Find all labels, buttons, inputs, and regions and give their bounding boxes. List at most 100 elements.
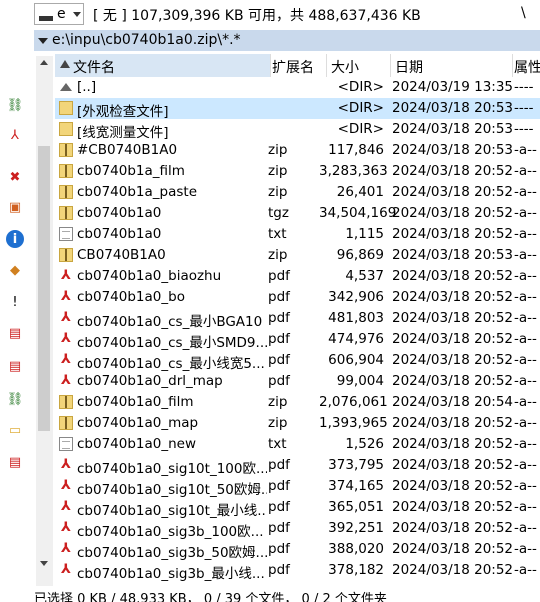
file-ext: pdf xyxy=(268,289,290,305)
file-row[interactable]: ⅄ cb0740b1a0_sig10t_100欧... pdf 373,795 2024… xyxy=(55,455,540,477)
pdf-icon: ⅄ xyxy=(61,457,71,472)
image-icon[interactable]: ▣ xyxy=(6,198,24,216)
file-ext: pdf xyxy=(268,268,290,284)
file-ext: zip xyxy=(268,142,288,158)
file-name: cb0740b1a0 xyxy=(77,226,162,242)
archive-icon xyxy=(59,185,73,199)
shield-icon[interactable]: ◆ xyxy=(6,261,24,279)
file-row[interactable]: ⅄ cb0740b1a0_cs_最小BGA10 pdf 481,803 2024/03/… xyxy=(55,308,540,330)
file-row[interactable]: cb0740b1a0 tgz 34,504,169 2024/03/18 20:52-… xyxy=(55,203,540,224)
file-date: 2024/03/18 20:52 xyxy=(392,436,514,452)
file-row[interactable]: ⅄ cb0740b1a0_cs_最小线宽5... pdf 606,904 2024/03… xyxy=(55,350,540,372)
file-row[interactable]: ⅄ cb0740b1a0_sig3b_最小线... pdf 378,182 2024/0… xyxy=(55,560,540,582)
file-row[interactable]: ⅄ cb0740b1a0_biaozhu pdf 4,537 2024/03/18 20… xyxy=(55,266,540,287)
vertical-scrollbar[interactable] xyxy=(36,56,53,586)
pdf-icon: ⅄ xyxy=(61,310,71,325)
file-row[interactable]: ⅄ cb0740b1a0_sig3b_50欧姆... pdf 388,020 2024/… xyxy=(55,539,540,561)
file-date: 2024/03/18 20:52 xyxy=(392,373,514,389)
file-row[interactable]: cb0740b1a0_new txt 1,526 2024/03/18 20:52 -a… xyxy=(55,434,540,455)
file-name: #CB0740B1A0 xyxy=(77,142,178,158)
file-attr: -a-- xyxy=(514,499,537,515)
file-name: [线宽测量文件] xyxy=(77,125,169,141)
path-bar[interactable]: e:\inpu\cb0740b1a0.zip\*.* * xyxy=(34,30,540,51)
file-row[interactable]: cb0740b1a0_film zip 2,076,061 2024/03/18 20… xyxy=(55,392,540,413)
network-icon-2[interactable]: ⛓ xyxy=(6,390,24,408)
file-name: cb0740b1a_paste xyxy=(77,184,198,200)
disconnect-icon[interactable]: ✖ xyxy=(6,168,24,186)
file-name: cb0740b1a0_bo xyxy=(77,289,185,305)
column-attr[interactable]: 属性 xyxy=(513,54,540,77)
file-size: 4,537 xyxy=(345,268,384,284)
pdf-icon: ⅄ xyxy=(61,499,71,514)
file-attr: -a-- xyxy=(514,289,537,305)
file-size: 1,115 xyxy=(345,226,384,242)
file-row[interactable]: ⅄ cb0740b1a0_cs_最小SMD9... pdf 474,976 2024/0… xyxy=(55,329,540,351)
file-ext: zip xyxy=(268,163,288,179)
column-ext[interactable]: 扩展名 xyxy=(271,54,327,77)
column-size[interactable]: 大小 xyxy=(327,54,391,77)
file-row[interactable]: cb0740b1a_paste zip 26,401 2024/03/18 20:52… xyxy=(55,182,540,203)
file-ext: pdf xyxy=(268,562,290,578)
file-row[interactable]: cb0740b1a_film zip 3,283,363 2024/03/18 20:… xyxy=(55,161,540,182)
root-button[interactable]: \ xyxy=(521,5,526,21)
file-attr: -a-- xyxy=(514,268,537,284)
file-row[interactable]: [..] <DIR> 2024/03/19 13:35 ---- xyxy=(55,77,540,98)
file-date: 2024/03/18 20:53 xyxy=(392,121,514,137)
pdf-icon: ⅄ xyxy=(61,541,71,556)
button-bar: ⛓ ⅄ ✖ ▣ i ◆! ▤ ▤ ⛓ ▭ ▤ xyxy=(0,52,34,587)
scroll-down-icon[interactable] xyxy=(40,561,48,566)
file-name: cb0740b1a0_drl_map xyxy=(77,373,223,389)
file-ext: pdf xyxy=(268,457,290,473)
pdf-document-icon[interactable]: ▤ xyxy=(6,324,24,342)
drive-free-space: [ 无 ] 107,309,396 KB 可用，共 488,637,436 KB xyxy=(93,8,421,24)
file-date: 2024/03/18 20:52 xyxy=(392,562,514,578)
scrollbar-thumb[interactable] xyxy=(38,146,50,431)
file-row[interactable]: #CB0740B1A0 zip 117,846 2024/03/18 20:53 -a-… xyxy=(55,140,540,161)
file-date: 2024/03/18 20:52 xyxy=(392,331,514,347)
file-row[interactable]: [线宽测量文件] <DIR> 2024/03/18 20:53 ---- xyxy=(55,119,540,141)
file-attr: ---- xyxy=(514,100,534,116)
scroll-up-icon[interactable] xyxy=(40,60,48,65)
file-row[interactable]: cb0740b1a0_map zip 1,393,965 2024/03/18 20:… xyxy=(55,413,540,434)
file-attr: -a-- xyxy=(514,310,537,326)
folder-icon xyxy=(59,122,73,136)
file-date: 2024/03/19 13:35 xyxy=(392,79,514,95)
file-ext: pdf xyxy=(268,541,290,557)
file-row[interactable]: [外观检查文件] <DIR> 2024/03/18 20:53 ---- xyxy=(55,98,540,120)
pdf-document-icon-2[interactable]: ▤ xyxy=(6,357,24,375)
file-row[interactable]: ⅄ cb0740b1a0_bo pdf 342,906 2024/03/18 20:52… xyxy=(55,287,540,308)
file-date: 2024/03/18 20:52 xyxy=(392,289,514,305)
file-date: 2024/03/18 20:52 xyxy=(392,226,514,242)
file-ext: pdf xyxy=(268,331,290,347)
pdf-icon: ⅄ xyxy=(61,268,71,283)
column-name-label: 文件名 xyxy=(73,60,115,76)
file-ext: zip xyxy=(268,247,288,263)
network-icon[interactable]: ⛓ xyxy=(6,96,24,114)
file-size: <DIR> xyxy=(337,79,384,95)
pdf-document-icon-3[interactable]: ▤ xyxy=(6,453,24,471)
file-row[interactable]: ⅄ cb0740b1a0_sig10t_50欧姆... pdf 374,165 2024… xyxy=(55,476,540,498)
file-ext: pdf xyxy=(268,352,290,368)
column-name[interactable]: 文件名 xyxy=(55,54,271,77)
column-date[interactable]: 日期 xyxy=(391,54,513,77)
file-size: <DIR> xyxy=(337,121,384,137)
file-name: cb0740b1a0 xyxy=(77,205,162,221)
pdf-icon[interactable]: ⅄ xyxy=(6,126,24,144)
file-row[interactable]: cb0740b1a0 txt 1,115 2024/03/18 20:52 -a-- xyxy=(55,224,540,245)
file-row[interactable]: ⅄ cb0740b1a0_sig10t_最小线... pdf 365,051 2024/… xyxy=(55,497,540,519)
drive-letter: e xyxy=(57,6,66,22)
pdf-icon: ⅄ xyxy=(61,289,71,304)
chevron-down-icon[interactable] xyxy=(38,38,48,44)
file-date: 2024/03/18 20:52 xyxy=(392,268,514,284)
file-ext: tgz xyxy=(268,205,289,221)
folder-icon[interactable]: ▭ xyxy=(6,421,24,439)
info-icon[interactable]: i xyxy=(6,230,24,248)
warning-icon[interactable]: ! xyxy=(6,293,24,311)
drive-selector[interactable]: e xyxy=(34,3,84,25)
file-date: 2024/03/18 20:53 xyxy=(392,100,514,116)
file-row[interactable]: ⅄ cb0740b1a0_drl_map pdf 99,004 2024/03/18 2… xyxy=(55,371,540,392)
file-row[interactable]: CB0740B1A0 zip 96,869 2024/03/18 20:53 -a-- xyxy=(55,245,540,266)
file-row[interactable]: ⅄ cb0740b1a0_sig3b_100欧... pdf 392,251 2024/… xyxy=(55,518,540,540)
file-size: 1,526 xyxy=(345,436,384,452)
file-size: 2,076,061 xyxy=(319,394,388,410)
